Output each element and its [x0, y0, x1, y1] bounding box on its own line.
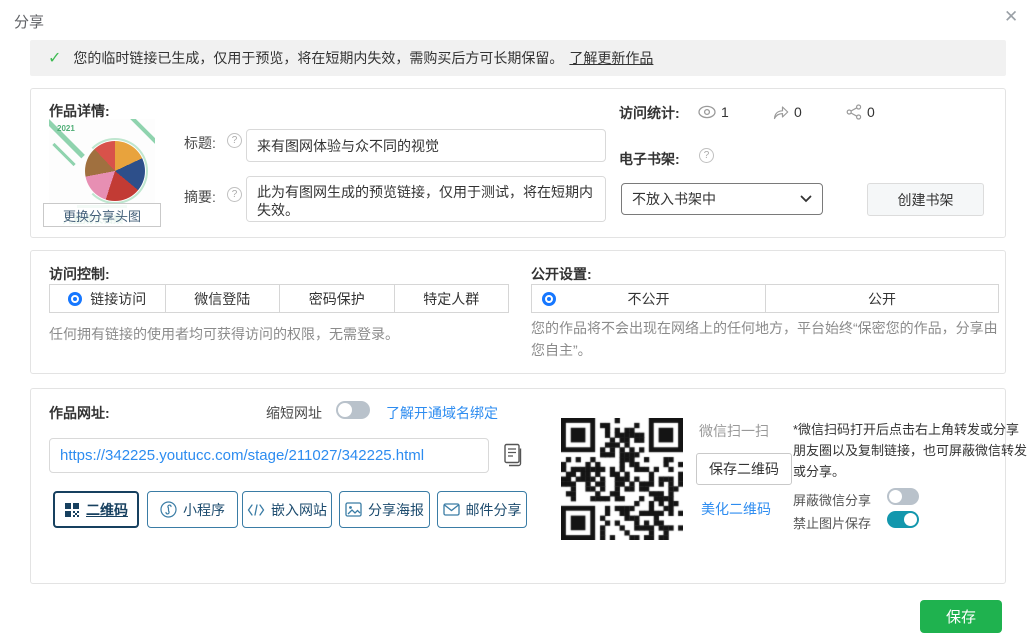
- tab-label: 公开: [868, 289, 896, 309]
- miniprogram-icon: [160, 501, 177, 518]
- summary-label: 摘要:: [184, 187, 216, 207]
- radio-selected-icon: [68, 292, 82, 306]
- copy-icon[interactable]: [503, 443, 525, 468]
- share-nodes-icon: [846, 104, 862, 120]
- share-button-label: 邮件分享: [466, 500, 522, 520]
- qrcode-icon: [64, 502, 80, 518]
- learn-update-link[interactable]: 了解更新作品: [569, 48, 653, 68]
- access-tabs: 链接访问 微信登陆 密码保护 特定人群: [49, 284, 509, 313]
- radio-selected-icon: [542, 292, 556, 306]
- tab-link-access[interactable]: 链接访问: [50, 285, 165, 312]
- publish-heading: 公开设置:: [531, 264, 592, 284]
- notice-text: 您的临时链接已生成，仅用于预览，将在短期内失效，需购买后方可长期保留。: [73, 48, 563, 68]
- qrcode-button[interactable]: 二维码: [53, 491, 139, 528]
- title-help-icon[interactable]: ?: [227, 133, 242, 148]
- change-thumbnail-button[interactable]: 更换分享头图: [43, 203, 161, 227]
- access-heading: 访问控制:: [49, 264, 110, 284]
- tab-label: 密码保护: [309, 289, 365, 309]
- work-url-input[interactable]: [49, 438, 489, 473]
- share-dialog: 分享 ✕ ✓ 您的临时链接已生成，仅用于预览，将在短期内失效，需购买后方可长期保…: [0, 0, 1036, 640]
- access-panel: 访问控制: 链接访问 微信登陆 密码保护 特定人群 任何拥有链接的使用者均可获得…: [30, 250, 1006, 374]
- work-details-panel: 作品详情: 2021 儿童成长档案 更换分享头图 标题: ? 摘要: ? 访问统…: [30, 88, 1006, 238]
- access-description: 任何拥有链接的使用者均可获得访问的权限，无需登录。: [49, 323, 399, 345]
- forwards-stat: 0: [773, 104, 802, 120]
- qr-code-image: [561, 418, 683, 540]
- qr-tip-text: *微信扫码打开后点击右上角转发或分享朋友圈以及复制链接，也可屏蔽微信转发或分享。: [793, 419, 1031, 482]
- eye-icon: [698, 105, 716, 119]
- publish-description: 您的作品将不会出现在网络上的任何地方，平台始终“保密您的作品，分享由您自主”。: [531, 317, 1011, 361]
- title-label: 标题:: [184, 133, 216, 153]
- views-stat: 1: [698, 104, 729, 120]
- stats-heading: 访问统计:: [619, 103, 680, 123]
- share-button-label: 分享海报: [368, 500, 424, 520]
- save-qr-button[interactable]: 保存二维码: [696, 453, 792, 485]
- embed-code-icon: [247, 503, 265, 517]
- close-icon[interactable]: ✕: [1004, 8, 1018, 25]
- forwards-count: 0: [794, 104, 802, 120]
- tab-wechat-login[interactable]: 微信登陆: [165, 285, 280, 312]
- tab-label: 链接访问: [90, 289, 146, 309]
- share-url-panel: 作品网址: 缩短网址 了解开通域名绑定 二维码 小程序: [30, 388, 1006, 584]
- details-heading: 作品详情:: [49, 101, 110, 121]
- share-button-label: 小程序: [183, 500, 225, 520]
- shorten-toggle[interactable]: [336, 401, 370, 419]
- shares-stat: 0: [846, 104, 875, 120]
- tab-private[interactable]: 不公开: [532, 285, 765, 312]
- tab-specific-people[interactable]: 特定人群: [394, 285, 509, 312]
- share-poster-button[interactable]: 分享海报: [339, 491, 430, 528]
- forbid-save-toggle[interactable]: [887, 511, 919, 528]
- tab-public[interactable]: 公开: [765, 285, 998, 312]
- bookshelf-help-icon[interactable]: ?: [699, 148, 714, 163]
- mail-share-button[interactable]: 邮件分享: [437, 491, 527, 528]
- thumb-stripe: [129, 119, 155, 147]
- forbid-save-label: 禁止图片保存: [793, 513, 871, 532]
- summary-help-icon[interactable]: ?: [227, 187, 242, 202]
- poster-image-icon: [345, 502, 362, 517]
- thumb-photo-collage: [85, 141, 145, 201]
- domain-binding-link[interactable]: 了解开通域名绑定: [386, 403, 498, 423]
- miniprogram-button[interactable]: 小程序: [147, 491, 238, 528]
- shares-count: 0: [867, 104, 875, 120]
- tab-password-protect[interactable]: 密码保护: [279, 285, 394, 312]
- tab-label: 特定人群: [423, 289, 479, 309]
- beautify-qr-link[interactable]: 美化二维码: [701, 499, 771, 519]
- chevron-down-icon: [800, 195, 812, 203]
- bookshelf-selected-option: 不放入书架中: [632, 189, 716, 209]
- share-button-label: 二维码: [86, 500, 128, 520]
- mail-icon: [443, 503, 460, 516]
- thumb-year: 2021: [57, 124, 75, 133]
- block-wechat-toggle[interactable]: [887, 488, 919, 505]
- dialog-title: 分享: [14, 11, 44, 32]
- views-count: 1: [721, 104, 729, 120]
- forward-arrow-icon: [773, 105, 789, 120]
- embed-site-button[interactable]: 嵌入网站: [242, 491, 332, 528]
- url-heading: 作品网址:: [49, 403, 110, 423]
- bookshelf-heading: 电子书架:: [619, 149, 680, 169]
- save-button[interactable]: 保存: [920, 600, 1002, 633]
- tab-label: 不公开: [628, 289, 670, 309]
- title-input[interactable]: [246, 129, 606, 162]
- publish-tabs: 不公开 公开: [531, 284, 999, 313]
- shorten-label: 缩短网址: [266, 403, 322, 423]
- wechat-scan-label: 微信扫一扫: [699, 421, 769, 441]
- create-bookshelf-button[interactable]: 创建书架: [867, 183, 984, 216]
- tab-label: 微信登陆: [194, 289, 250, 309]
- block-wechat-label: 屏蔽微信分享: [793, 490, 871, 509]
- summary-textarea[interactable]: [246, 176, 606, 222]
- share-button-label: 嵌入网站: [271, 500, 327, 520]
- notice-bar: ✓ 您的临时链接已生成，仅用于预览，将在短期内失效，需购买后方可长期保留。 了解…: [30, 40, 1006, 76]
- bookshelf-select[interactable]: 不放入书架中: [621, 183, 823, 215]
- check-icon: ✓: [48, 48, 61, 68]
